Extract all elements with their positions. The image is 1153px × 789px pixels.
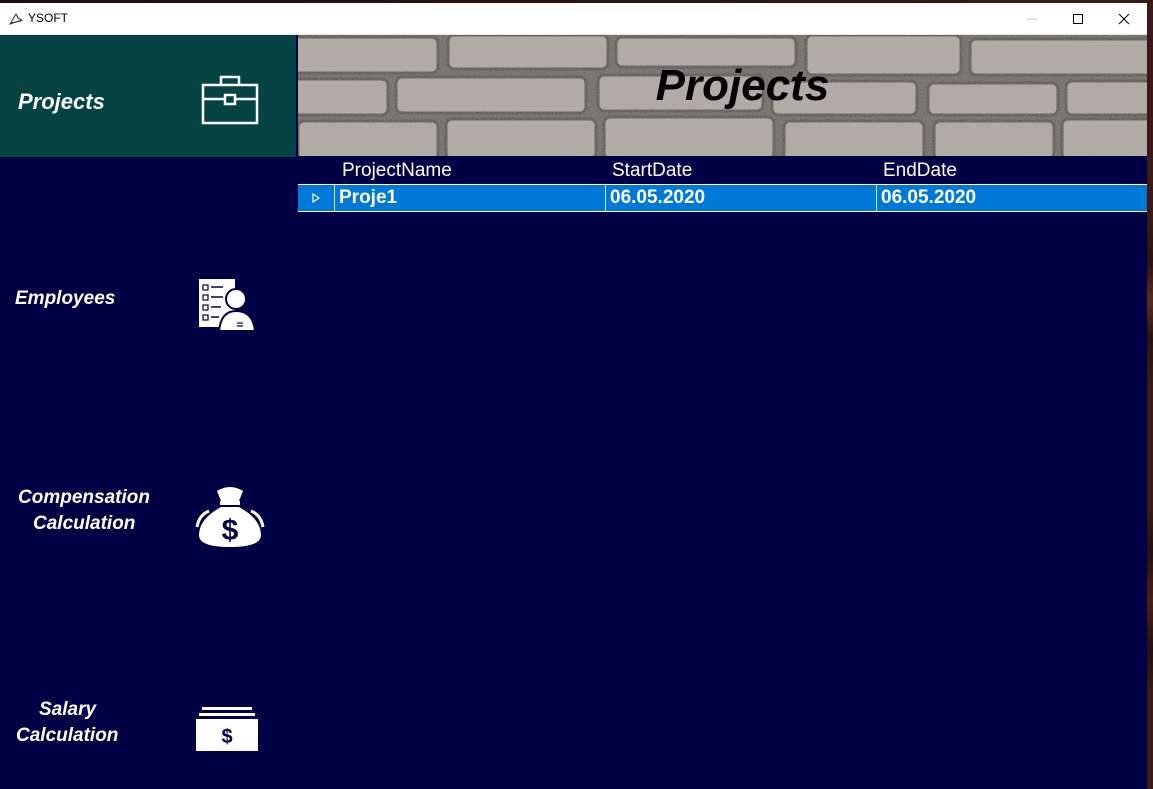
cell-enddate[interactable]: 06.05.2020 <box>876 185 1147 211</box>
minimize-icon <box>1027 18 1037 19</box>
sidebar-item-label-line1: Compensation <box>18 487 150 508</box>
sidebar-item-projects[interactable]: Projects <box>0 35 296 157</box>
grid-header-row: ProjectName StartDate EndDate <box>298 156 1147 184</box>
column-header-enddate[interactable]: EndDate <box>883 160 957 182</box>
sidebar: Projects Employees Compensation Calculat… <box>0 35 297 789</box>
maximize-icon <box>1073 13 1083 24</box>
row-pointer-icon <box>312 193 320 203</box>
sidebar-item-label: Employees <box>15 288 116 309</box>
maximize-button[interactable] <box>1055 3 1101 34</box>
employee-checklist-icon <box>199 279 257 332</box>
title-bar[interactable]: YSOFT <box>0 3 1147 35</box>
svg-text:$: $ <box>222 514 239 547</box>
page-header: Projects <box>298 35 1147 156</box>
page-title: Projects <box>655 61 830 110</box>
cash-stack-icon: $ <box>196 707 258 751</box>
cell-projectname[interactable]: Proje1 <box>334 185 605 211</box>
app-window: YSOFT Projects Employees Compensation Ca… <box>0 3 1147 789</box>
money-bag-icon: $ <box>195 487 265 547</box>
sidebar-item-salary-calculation[interactable]: Salary Calculation $ <box>0 645 296 785</box>
sidebar-item-employees[interactable]: Employees <box>0 225 296 365</box>
close-button[interactable] <box>1101 3 1147 34</box>
sidebar-item-label: Projects <box>18 89 105 114</box>
minimize-button[interactable] <box>1009 3 1055 34</box>
sidebar-item-label-line1: Salary <box>39 699 97 720</box>
column-header-projectname[interactable]: ProjectName <box>342 160 452 182</box>
app-logo-icon <box>8 12 24 25</box>
sidebar-item-compensation-calculation[interactable]: Compensation Calculation $ <box>0 435 296 575</box>
column-header-startdate[interactable]: StartDate <box>612 160 692 182</box>
row-selector[interactable] <box>298 185 334 211</box>
sidebar-item-label-line2: Calculation <box>16 725 119 746</box>
cell-startdate[interactable]: 06.05.2020 <box>605 185 876 211</box>
sidebar-item-label-line2: Calculation <box>33 513 136 534</box>
svg-text:$: $ <box>221 726 232 748</box>
briefcase-icon <box>201 75 259 125</box>
projects-grid[interactable]: ProjectName StartDate EndDate Proje1 06.… <box>298 156 1147 212</box>
window-title: YSOFT <box>28 11 69 25</box>
close-icon <box>1118 13 1130 24</box>
table-row[interactable]: Proje1 06.05.2020 06.05.2020 <box>298 184 1147 212</box>
